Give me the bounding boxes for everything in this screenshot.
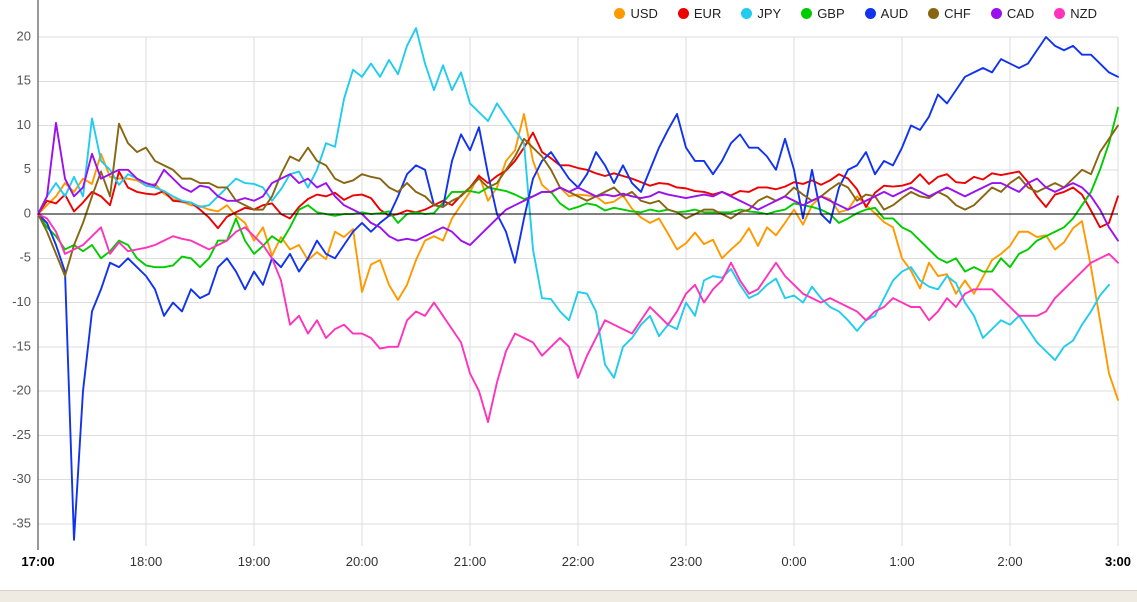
y-axis-tick-label: 10 (17, 117, 31, 132)
x-axis-tick-label: 22:00 (562, 554, 595, 569)
y-axis-tick-label: -5 (19, 250, 31, 265)
y-axis-tick-label: 15 (17, 73, 31, 88)
chart-plot-area: 20 15 10 5 0 -5 -10 -15 -20 -25 -30 -35 17:00 18:00 19… (0, 0, 1137, 602)
series-line-jpy (37, 27, 1110, 379)
currency-strength-chart-page: USD EUR JPY GBP AUD CHF CAD NZD 20 15 10 5 0 -5 -10 -1… (0, 0, 1137, 602)
y-axis-tick-label: 0 (24, 205, 31, 220)
footer-band (0, 590, 1137, 602)
y-axis-tick-label: 20 (17, 28, 31, 43)
x-axis-tick-label: 18:00 (130, 554, 163, 569)
x-axis-tick-label: 19:00 (238, 554, 271, 569)
x-axis-tick-label: 17:00 (21, 554, 54, 569)
y-axis-tick-label: -10 (12, 294, 31, 309)
y-axis-tick-label: -35 (12, 515, 31, 530)
x-axis-tick-label: 1:00 (889, 554, 914, 569)
x-axis-tick-label: 0:00 (781, 554, 806, 569)
x-axis-tick-label: 20:00 (346, 554, 379, 569)
x-axis-tick-label: 3:00 (1105, 554, 1131, 569)
x-axis-tick-label: 21:00 (454, 554, 487, 569)
x-axis-tick-label: 23:00 (670, 554, 703, 569)
y-axis-tick-label: -15 (12, 338, 31, 353)
y-axis-tick-label: 5 (24, 161, 31, 176)
x-axis-tick-label: 2:00 (997, 554, 1022, 569)
y-axis-tick-label: -30 (12, 471, 31, 486)
y-axis-tick-label: -25 (12, 427, 31, 442)
y-axis-tick-label: -20 (12, 383, 31, 398)
line-chart-svg: 20 15 10 5 0 -5 -10 -15 -20 -25 -30 -35 17:00 18:00 19… (12, 0, 1131, 569)
